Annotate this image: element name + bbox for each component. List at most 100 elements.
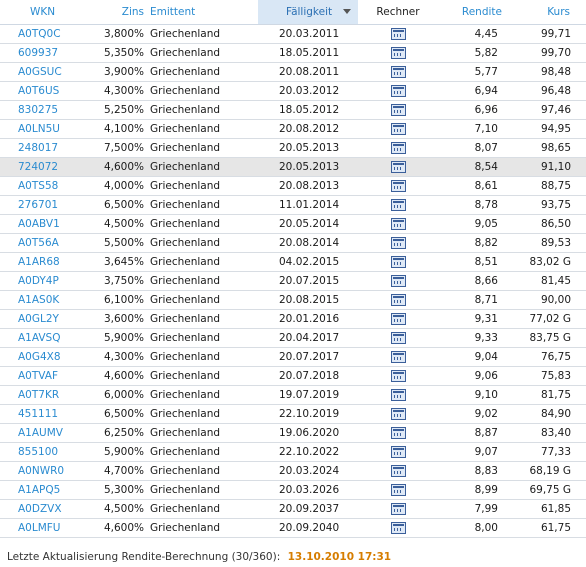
calculator-icon[interactable] (390, 123, 406, 135)
rendite-cell: 8,00 (438, 518, 508, 538)
emittent-cell: Griechenland (150, 385, 258, 405)
zins-cell: 5,500% (80, 233, 150, 253)
calculator-icon[interactable] (390, 256, 406, 268)
wkn-link[interactable]: A0GL2Y (18, 313, 59, 325)
calculator-icon[interactable] (390, 503, 406, 515)
wkn-link[interactable]: A0LMFU (18, 522, 61, 534)
emittent-cell: Griechenland (150, 195, 258, 215)
calculator-icon[interactable] (390, 484, 406, 496)
wkn-link[interactable]: A1AUMV (18, 427, 63, 439)
table-row: A0TS58 4,000% Griechenland 20.08.2013 8,61 88… (0, 176, 586, 196)
calculator-icon[interactable] (390, 370, 406, 382)
calculator-icon[interactable] (390, 446, 406, 458)
header-emittent[interactable]: Emittent (150, 0, 258, 25)
wkn-link[interactable]: 451111 (18, 408, 58, 420)
wkn-cell: A1AR68 (0, 252, 80, 272)
wkn-link[interactable]: A0DZVX (18, 503, 62, 515)
update-footer: Letzte Aktualisierung Rendite-Berechnung… (7, 551, 391, 563)
calculator-icon[interactable] (390, 275, 406, 287)
header-zins[interactable]: Zins (80, 0, 150, 25)
bond-table: WKN Zins Emittent Fälligkeit Rechner Ren… (0, 0, 586, 538)
calculator-icon[interactable] (390, 104, 406, 116)
calculator-icon[interactable] (390, 47, 406, 59)
wkn-link[interactable]: 248017 (18, 142, 58, 154)
header-kurs[interactable]: Kurs (508, 0, 586, 25)
calculator-icon[interactable] (390, 85, 406, 97)
wkn-link[interactable]: A0TS58 (18, 180, 58, 192)
calculator-icon[interactable] (390, 313, 406, 325)
wkn-link[interactable]: A0T6US (18, 85, 59, 97)
wkn-link[interactable]: A1APQ5 (18, 484, 60, 496)
calculator-icon[interactable] (390, 294, 406, 306)
rendite-cell: 5,82 (438, 43, 508, 63)
wkn-link[interactable]: A0NWR0 (18, 465, 64, 477)
rendite-cell: 8,61 (438, 176, 508, 196)
header-wkn[interactable]: WKN (0, 0, 80, 25)
zins-cell: 3,645% (80, 252, 150, 272)
wkn-link[interactable]: A0DY4P (18, 275, 59, 287)
rechner-cell (358, 366, 438, 386)
zins-cell: 6,000% (80, 385, 150, 405)
wkn-cell: A1APQ5 (0, 480, 80, 500)
calculator-icon[interactable] (390, 66, 406, 78)
rechner-cell (358, 480, 438, 500)
wkn-link[interactable]: A1AVSQ (18, 332, 61, 344)
wkn-link[interactable]: A0T56A (18, 237, 59, 249)
rendite-cell: 9,31 (438, 309, 508, 329)
wkn-link[interactable]: A0T7KR (18, 389, 59, 401)
kurs-cell: 91,10 (508, 157, 586, 177)
wkn-cell: A0GSUC (0, 62, 80, 82)
rendite-cell: 8,83 (438, 461, 508, 481)
faelligkeit-cell: 20.01.2016 (258, 309, 358, 329)
calculator-icon[interactable] (390, 28, 406, 40)
wkn-cell: A0TS58 (0, 176, 80, 196)
rechner-cell (358, 195, 438, 215)
wkn-cell: A0G4X8 (0, 347, 80, 367)
wkn-link[interactable]: 724072 (18, 161, 58, 173)
zins-cell: 6,500% (80, 404, 150, 424)
wkn-link[interactable]: A0TVAF (18, 370, 58, 382)
calculator-icon[interactable] (390, 332, 406, 344)
rechner-cell (358, 119, 438, 139)
calculator-icon[interactable] (390, 199, 406, 211)
table-row: A1AR68 3,645% Griechenland 04.02.2015 8,51 83… (0, 252, 586, 272)
wkn-link[interactable]: A1AR68 (18, 256, 60, 268)
wkn-link[interactable]: 855100 (18, 446, 58, 458)
zins-cell: 6,250% (80, 423, 150, 443)
wkn-link[interactable]: A1AS0K (18, 294, 59, 306)
calculator-icon[interactable] (390, 161, 406, 173)
zins-cell: 4,500% (80, 214, 150, 234)
calculator-icon[interactable] (390, 142, 406, 154)
wkn-cell: A0T6US (0, 81, 80, 101)
table-row: A0DZVX 4,500% Griechenland 20.09.2037 7,99 61… (0, 499, 586, 519)
emittent-cell: Griechenland (150, 24, 258, 44)
faelligkeit-cell: 22.10.2019 (258, 404, 358, 424)
calculator-icon[interactable] (390, 465, 406, 477)
calculator-icon[interactable] (390, 218, 406, 230)
calculator-icon[interactable] (390, 237, 406, 249)
zins-cell: 5,250% (80, 100, 150, 120)
rendite-cell: 9,04 (438, 347, 508, 367)
calculator-icon[interactable] (390, 408, 406, 420)
rechner-cell (358, 518, 438, 538)
kurs-cell: 99,71 (508, 24, 586, 44)
calculator-icon[interactable] (390, 180, 406, 192)
wkn-link[interactable]: A0ABV1 (18, 218, 60, 230)
calculator-icon[interactable] (390, 522, 406, 534)
header-faelligkeit[interactable]: Fälligkeit (258, 0, 358, 25)
wkn-link[interactable]: A0G4X8 (18, 351, 61, 363)
wkn-link[interactable]: 830275 (18, 104, 58, 116)
header-rendite[interactable]: Rendite (438, 0, 508, 25)
calculator-icon[interactable] (390, 427, 406, 439)
wkn-link[interactable]: 276701 (18, 199, 58, 211)
sort-descending-icon[interactable] (343, 9, 351, 14)
calculator-icon[interactable] (390, 351, 406, 363)
wkn-cell: A0T56A (0, 233, 80, 253)
wkn-link[interactable]: A0LN5U (18, 123, 60, 135)
wkn-link[interactable]: A0TQ0C (18, 28, 61, 40)
wkn-link[interactable]: A0GSUC (18, 66, 62, 78)
rendite-cell: 8,54 (438, 157, 508, 177)
wkn-link[interactable]: 609937 (18, 47, 58, 59)
calculator-icon[interactable] (390, 389, 406, 401)
wkn-cell: A0GL2Y (0, 309, 80, 329)
